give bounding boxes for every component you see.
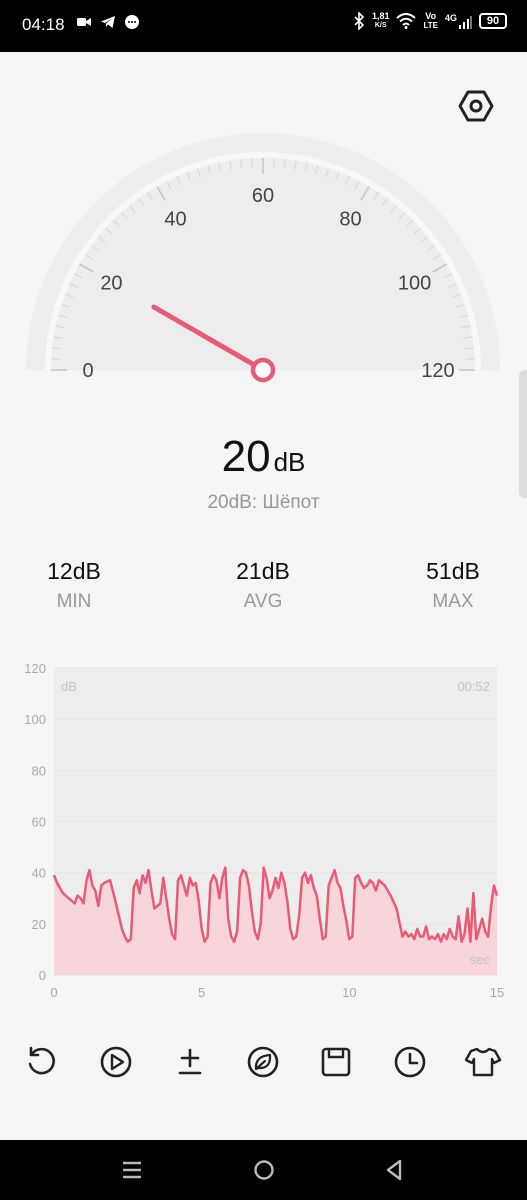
eco-mode-button[interactable] (241, 1040, 285, 1084)
stat-min-value: 12dB (47, 558, 101, 584)
signal-icon (459, 15, 472, 29)
y-tick-label: 0 (39, 968, 46, 983)
theme-button[interactable] (461, 1040, 505, 1084)
status-time: 04:18 (22, 15, 65, 34)
save-icon (321, 1047, 351, 1077)
calibrate-button[interactable] (168, 1040, 212, 1084)
reading-description: 20dB: Шёпот (207, 492, 320, 513)
gauge-tick-label: 60 (252, 185, 274, 207)
plus-minus-icon (178, 1048, 202, 1075)
play-button[interactable] (94, 1040, 138, 1084)
y-tick-labels: 0 20 40 60 80 100 120 (24, 661, 46, 983)
sound-level-gauge: 0 20 40 60 80 100 120 (26, 133, 500, 383)
reset-icon (28, 1046, 55, 1075)
stat-max-label: MAX (432, 591, 474, 612)
tshirt-icon (464, 1047, 502, 1077)
bottom-toolbar (0, 1040, 527, 1084)
stat-avg-value: 21dB (236, 558, 290, 584)
y-tick-label: 40 (32, 866, 46, 881)
stat-avg: 21dB AVG (203, 558, 323, 613)
x-tick-label: 0 (50, 985, 57, 1000)
home-circle-icon (254, 1160, 274, 1180)
x-tick-label: 10 (342, 985, 356, 1000)
gauge-tick-label: 20 (100, 273, 122, 295)
volte-indicator: Vo LTE (423, 11, 438, 31)
gauge-tick-label: 40 (164, 208, 186, 230)
decibel-history-chart: 0 20 40 60 80 100 120 0 5 10 15 dB 00:52 sec (24, 661, 504, 1000)
y-tick-label: 60 (32, 815, 46, 830)
wifi-icon (396, 13, 417, 29)
status-bar: 04:18 1,81 K/S Vo LTE 4G 90 (0, 0, 527, 52)
x-tick-label: 15 (490, 985, 504, 1000)
y-tick-label: 120 (24, 661, 46, 676)
reading-value: 20 (221, 432, 271, 481)
elapsed-timer: 00:52 (457, 679, 490, 694)
gauge-tick-label: 100 (398, 273, 431, 295)
telegram-icon (101, 16, 115, 28)
leaf-icon (247, 1046, 279, 1078)
current-reading: 20 dB (0, 432, 527, 482)
play-icon (100, 1046, 132, 1078)
video-camera-icon (77, 18, 91, 26)
x-tick-labels: 0 5 10 15 (50, 985, 504, 1000)
battery-indicator: 90 (479, 13, 507, 29)
back-button[interactable] (378, 1154, 410, 1186)
clock-icon (394, 1046, 426, 1078)
gauge-tick-label: 80 (339, 208, 361, 230)
reset-button[interactable] (20, 1040, 64, 1084)
chat-icon (125, 15, 139, 29)
back-triangle-icon (386, 1159, 402, 1181)
reading-unit: dB (273, 447, 306, 477)
save-button[interactable] (314, 1040, 358, 1084)
x-tick-label: 5 (198, 985, 205, 1000)
y-tick-label: 100 (24, 712, 46, 727)
x-unit-label: sec (470, 952, 491, 967)
network-speed: 1,81 K/S (371, 11, 390, 30)
y-tick-label: 80 (32, 763, 46, 778)
stat-min: 12dB MIN (14, 558, 134, 613)
gauge-pivot (250, 357, 276, 383)
recents-button[interactable] (116, 1154, 148, 1186)
stat-avg-label: AVG (243, 591, 283, 612)
y-unit-label: dB (61, 679, 77, 694)
gauge-tick-label: 0 (82, 360, 93, 382)
gauge-tick-label: 120 (421, 360, 454, 382)
y-tick-label: 20 (32, 917, 46, 932)
menu-icon (123, 1161, 141, 1179)
home-button[interactable] (248, 1154, 280, 1186)
network-type: 4G (444, 12, 457, 23)
stat-min-label: MIN (56, 591, 92, 612)
stat-max: 51dB MAX (393, 558, 513, 613)
signal-indicator: 4G (444, 12, 472, 29)
stat-max-value: 51dB (426, 558, 480, 584)
history-button[interactable] (388, 1040, 432, 1084)
system-nav-bar (0, 1140, 527, 1200)
bluetooth-icon (354, 12, 365, 30)
